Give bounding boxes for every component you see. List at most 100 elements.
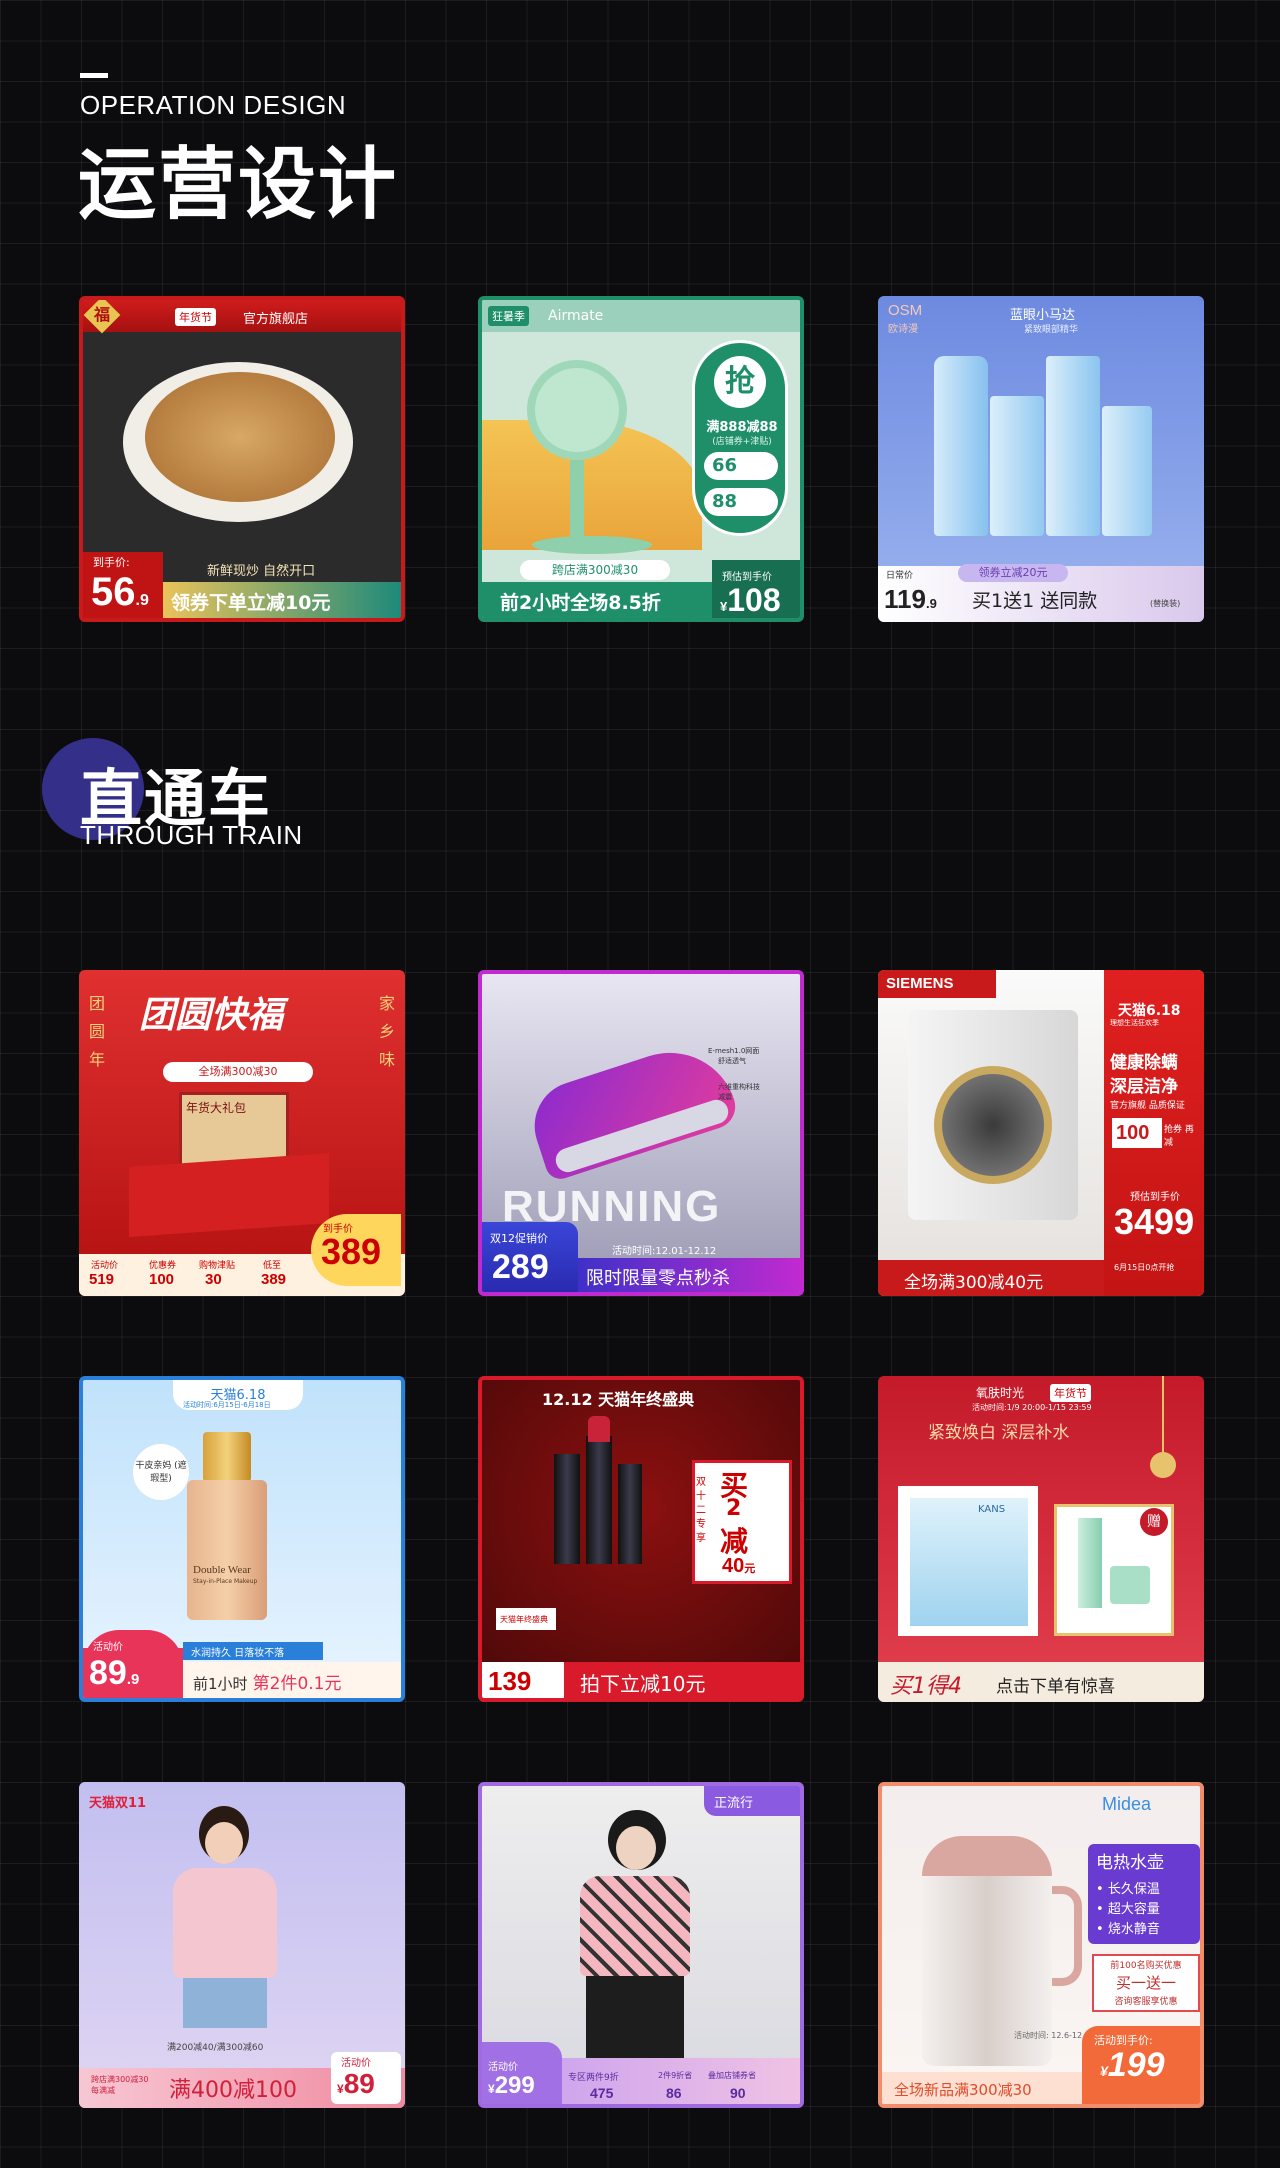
store-deal: 跨店满300减30 <box>520 560 670 580</box>
feature-3: • 烧水静音 <box>1096 1922 1160 1937</box>
label-coupon: 优惠券 <box>149 1261 177 1271</box>
product-card-facemask[interactable]: 氧肤时光 年货节 活动时间:1/9 20:00-1/15 23:59 紧致焕白 … <box>878 1376 1204 1702</box>
product-sub: Stay-in-Place Makeup <box>193 1578 258 1585</box>
event-logo: 狂暑季 <box>488 306 529 326</box>
deal-top: 满200减40/满300减60 <box>167 2043 264 2053</box>
price-label: 到手价: <box>93 556 130 569</box>
promo-banner: 买1送1 送同款 <box>972 590 1098 612</box>
product-card-foundation[interactable]: 天猫6.18 活动时间:6月15日-6月18日 干皮亲妈 (遮瑕型) Doubl… <box>79 1376 405 1702</box>
price: 289 <box>492 1248 549 1286</box>
subline: 官方旗舰 品质保证 <box>1110 1101 1185 1111</box>
promo-banner: 限时限量零点秒杀 <box>578 1258 800 1292</box>
gift-icon: 赠 <box>1140 1508 1168 1536</box>
promo-banner-2[interactable]: 点击下单有惊喜 <box>988 1662 1204 1702</box>
promo-banner: 领券下单立减10元 <box>163 582 401 618</box>
side-text-left: 团圆年 <box>89 994 106 1069</box>
launch-date: 6月15日0点开抢 <box>1114 1263 1175 1272</box>
product-card-giftbox[interactable]: 团圆年 家乡味 团圆快福 全场满300减30 年货大礼包 活动价 优惠券 购物津… <box>79 970 405 1296</box>
store-label: 官方旗舰店 <box>243 312 309 327</box>
deal-text: 满888减88 <box>706 420 778 435</box>
hoodie-image <box>173 1868 277 1978</box>
brand: Airmate <box>548 308 604 324</box>
feature-2: • 超大容量 <box>1096 1902 1160 1917</box>
deal-badge: 全场满300减30 <box>163 1062 313 1082</box>
section-accent-bar <box>80 73 108 78</box>
product-card-lipstick[interactable]: 12.12 天猫年终盛典 双十二专享 买 2 减 40元 天猫年终盛典 139 … <box>478 1376 804 1702</box>
value-lowest: 389 <box>261 1271 287 1288</box>
callout-cushion: 减震 <box>718 1093 732 1101</box>
gift-bottle <box>1078 1518 1102 1608</box>
deal-sub: (店铺券+津贴) <box>712 437 772 447</box>
fan-image <box>527 360 627 460</box>
price-label: 活动价 <box>93 1642 123 1653</box>
section-title-en: THROUGH TRAIN <box>80 820 303 850</box>
product-card-hoodie[interactable]: 天猫双11 满200减40/满300减60 跨店满300减30 每满减 满400… <box>79 1782 405 2108</box>
ornament-icon <box>1150 1452 1176 1478</box>
feature-1: • 长久保温 <box>1096 1882 1160 1897</box>
brand: SIEMENS <box>878 970 996 998</box>
price: ¥89 <box>337 2068 375 2099</box>
coupon-88: 88 <box>704 488 778 516</box>
campaign-title: 团圆快福 <box>139 995 284 1036</box>
product-card-peanuts[interactable]: 福 年货节 官方旗舰店 新鲜现炒 自然开口 到手价: 56.9 领券下单立减10… <box>79 296 405 622</box>
lipstick-3 <box>618 1464 642 1564</box>
price: 139 <box>488 1666 532 1696</box>
slogan: 新鲜现炒 自然开口 <box>207 564 316 579</box>
coupon-label: 抢券 再减 <box>1164 1125 1194 1148</box>
price: 119.9 <box>884 584 937 614</box>
row-value-1: 475 <box>590 2085 614 2101</box>
callout-mesh: E-mesh1.0网面 <box>708 1047 760 1055</box>
promo-banner: 全场满300减40元 <box>878 1260 1104 1296</box>
bottle-product <box>1046 356 1100 536</box>
side-text-right: 家乡味 <box>379 994 396 1069</box>
product-card-shoe[interactable]: E-mesh1.0网面 舒适透气 六维重构科技 减震 RUNNING 活动时间:… <box>478 970 804 1296</box>
slogan: 水润持久 日落妆不落 <box>183 1642 323 1660</box>
brand: OSM <box>888 302 923 319</box>
section-title-cn: 运营设计 <box>78 140 399 230</box>
deal-reduce: 减 <box>720 1525 749 1558</box>
headline-1: 健康除螨 <box>1110 1053 1178 1073</box>
label-activity: 活动价 <box>91 1261 119 1271</box>
product-card-shirt[interactable]: 正流行 活动价 ¥299 专区两件9折 2件9折省 叠加店铺券省 475 86 … <box>478 1782 804 2108</box>
product-card-skincare[interactable]: OSM 欧诗漫 蓝眼小马达 紧致眼部精华 领券立减20元 日常价 119.9 买… <box>878 296 1204 622</box>
callout-breathable: 舒适透气 <box>718 1057 746 1065</box>
grab-icon: 抢 <box>714 356 766 408</box>
promo-banner: 前2小时全场8.5折 <box>482 582 712 618</box>
foundation-bottle <box>187 1480 267 1620</box>
price: 3499 <box>1114 1201 1195 1242</box>
promo-banner: 满400减100 <box>169 2078 297 2103</box>
row-value-2: 86 <box>666 2085 682 2101</box>
headline-2: 深层洁净 <box>1110 1077 1178 1097</box>
row-label-3: 叠加店铺券省 <box>708 2071 756 2080</box>
price-label: 活动价 <box>341 2058 371 2069</box>
promo-banner-1: 买1得4 <box>878 1662 988 1702</box>
row-value-3: 90 <box>730 2085 746 2101</box>
fan-stem <box>570 460 584 540</box>
brand-cn: 欧诗漫 <box>888 324 918 335</box>
fan-base <box>532 536 652 554</box>
price-label: 预估到手价 <box>722 572 772 583</box>
promo-banner: 前1小时 第2件0.1元 <box>183 1662 401 1698</box>
event-badge: 年货节 <box>1050 1384 1091 1402</box>
callout-tech: 六维重构科技 <box>718 1083 760 1091</box>
label-lowest: 低至 <box>263 1261 282 1271</box>
price-label: 日常价 <box>886 571 914 581</box>
product-card-kettle[interactable]: Midea 电热水壶 • 长久保温 • 超大容量 • 烧水静音 前100名购买优… <box>878 1782 1204 2108</box>
row-label-1: 专区两件9折 <box>568 2073 619 2083</box>
row-label-2: 2件9折省 <box>658 2071 693 2080</box>
coupon-66: 66 <box>704 452 778 480</box>
promo-banner: 拍下立减10元 <box>564 1662 800 1698</box>
product-title: 蓝眼小马达 <box>1010 308 1076 323</box>
event-badge: 年货节 <box>175 308 216 326</box>
label-allowance: 购物津贴 <box>199 1261 236 1271</box>
lipstick-bullet <box>588 1416 610 1442</box>
price: 389 <box>321 1231 382 1272</box>
event-badge: 天猫双11 <box>89 1796 147 1811</box>
bottle-product <box>990 396 1044 536</box>
product-card-fan[interactable]: 狂暑季 Airmate 抢 满888减88 (店铺券+津贴) 66 88 跨店满… <box>478 296 804 622</box>
product-head: 电热水壶 <box>1096 1853 1164 1873</box>
event-header: 12.12 天猫年终盛典 <box>542 1390 695 1409</box>
promo-2: 买一送一 <box>1115 1974 1176 1992</box>
open-box <box>129 1153 329 1237</box>
product-card-washer[interactable]: SIEMENS 天猫6.18 理想生活狂欢季 健康除螨 深层洁净 官方旗舰 品质… <box>878 970 1204 1296</box>
